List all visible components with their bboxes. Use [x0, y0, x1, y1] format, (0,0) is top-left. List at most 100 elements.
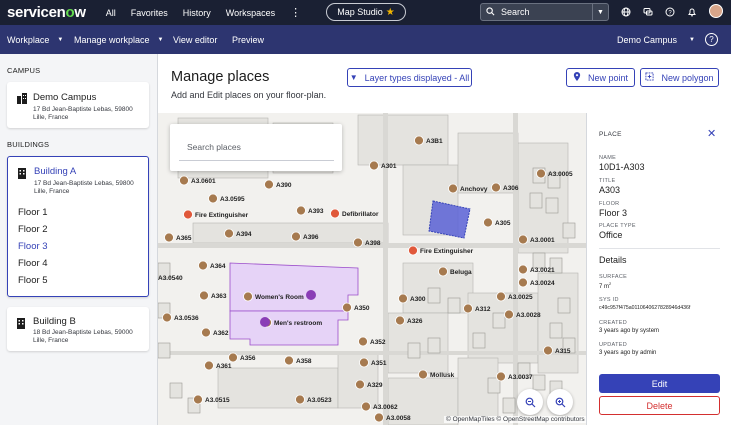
more-options-icon[interactable]: ⋮ — [290, 6, 301, 19]
map-label[interactable]: A301 — [381, 163, 397, 170]
map-label[interactable]: A351 — [371, 360, 387, 367]
map-label[interactable]: A3.0024 — [530, 280, 555, 287]
map-label[interactable]: Fire Extinguisher — [420, 248, 474, 255]
map-label[interactable]: A390 — [276, 182, 292, 189]
place-marker-icon[interactable] — [369, 160, 379, 171]
place-marker-icon[interactable] — [518, 264, 528, 275]
place-marker-icon[interactable] — [359, 357, 369, 368]
map-label[interactable]: A3.0001 — [530, 237, 555, 244]
help-circle-icon[interactable]: ? — [663, 5, 677, 19]
map-label[interactable]: A3.0005 — [548, 171, 573, 178]
place-marker-icon[interactable] — [418, 369, 428, 380]
safety-marker-icon[interactable] — [408, 245, 418, 256]
map-label[interactable]: A394 — [236, 231, 252, 238]
map-label[interactable]: A3.0028 — [516, 312, 541, 319]
place-marker-icon[interactable] — [201, 327, 211, 338]
floor-4-item[interactable]: Floor 4 — [18, 258, 48, 269]
global-search[interactable]: Search ▼ — [480, 3, 609, 21]
map-label[interactable]: A350 — [354, 305, 370, 312]
new-point-button[interactable]: New point — [566, 68, 635, 87]
map-label[interactable]: A312 — [475, 306, 491, 313]
map-label[interactable]: A3.0058 — [386, 415, 411, 422]
place-marker-icon[interactable] — [291, 231, 301, 242]
place-marker-icon[interactable] — [284, 355, 294, 366]
preview-link[interactable]: Preview — [232, 25, 264, 54]
map-search-box[interactable]: Search places — [170, 124, 342, 171]
place-marker-icon[interactable] — [536, 168, 546, 179]
map-label[interactable]: A3.0021 — [530, 267, 555, 274]
map-label[interactable]: A396 — [303, 234, 319, 241]
place-marker-icon[interactable] — [342, 302, 352, 313]
map-label[interactable]: Fire Extinguisher — [195, 212, 249, 219]
place-marker-icon[interactable] — [296, 205, 306, 216]
map-label[interactable]: A352 — [370, 339, 386, 346]
place-marker-icon[interactable] — [518, 234, 528, 245]
place-marker-icon[interactable] — [398, 293, 408, 304]
layer-types-dropdown[interactable]: ▼ Layer types displayed - All — [347, 68, 472, 87]
place-marker-icon[interactable] — [496, 291, 506, 302]
map-label[interactable]: A3.0515 — [205, 397, 230, 404]
womens-room-area[interactable] — [229, 262, 359, 312]
map-label[interactable]: A3.0037 — [508, 374, 533, 381]
chat-icon[interactable] — [641, 5, 655, 19]
map-label[interactable]: A358 — [296, 358, 312, 365]
place-marker-icon[interactable] — [204, 360, 214, 371]
place-marker-icon[interactable] — [264, 179, 274, 190]
place-marker-icon[interactable] — [543, 345, 553, 356]
map-label[interactable]: Anchovy — [460, 186, 488, 193]
floor-5-item[interactable]: Floor 5 — [18, 275, 48, 286]
map-studio-pill[interactable]: Map Studio ★ — [326, 3, 406, 21]
map-label[interactable]: A305 — [495, 220, 511, 227]
map-attribution[interactable]: © OpenMapTiles © OpenStreetMap contribut… — [444, 416, 587, 423]
map-label[interactable]: A398 — [365, 240, 381, 247]
map-label[interactable]: A315 — [555, 348, 571, 355]
map-label[interactable]: A326 — [407, 318, 423, 325]
place-marker-icon[interactable] — [355, 379, 365, 390]
star-icon[interactable]: ★ — [386, 7, 395, 18]
campus-selector[interactable]: Demo Campus ▼ — [617, 25, 695, 54]
floor-2-item[interactable]: Floor 2 — [18, 224, 48, 235]
place-marker-icon[interactable] — [504, 309, 514, 320]
help-icon[interactable]: ? — [705, 33, 718, 46]
place-marker-icon[interactable] — [162, 312, 172, 323]
map-label[interactable]: A3.0595 — [220, 196, 245, 203]
place-marker-icon[interactable] — [228, 352, 238, 363]
building-b-card[interactable]: Building B 18 Bd Jean-Baptiste Lebas, 59… — [7, 307, 149, 351]
manage-workplace-menu[interactable]: Manage workplace ▼ — [74, 25, 164, 54]
building-a-card[interactable]: Building A 17 Bd Jean-Baptiste Lebas, 59… — [7, 156, 149, 297]
global-search-input[interactable]: Search — [501, 7, 530, 17]
map-label[interactable]: A3B1 — [426, 138, 443, 145]
map-label[interactable]: Men's restroom — [274, 320, 322, 327]
servicenow-logo[interactable]: servicenow — [7, 4, 86, 21]
map-label[interactable]: A3.0540 — [158, 275, 183, 282]
place-marker-icon[interactable] — [374, 412, 384, 423]
search-places-input[interactable]: Search places — [187, 142, 241, 152]
delete-button[interactable]: Delete — [599, 396, 720, 415]
campus-card[interactable]: Demo Campus 17 Bd Jean-Baptiste Lebas, 5… — [7, 82, 149, 128]
view-editor-link[interactable]: View editor — [173, 25, 217, 54]
zoom-out-button[interactable] — [517, 389, 543, 415]
user-avatar[interactable] — [709, 4, 723, 18]
restroom-icon[interactable] — [306, 290, 316, 300]
close-icon[interactable]: ✕ — [707, 127, 716, 140]
place-marker-icon[interactable] — [198, 260, 208, 271]
safety-marker-icon[interactable] — [183, 209, 193, 220]
map-label[interactable]: A364 — [210, 263, 226, 270]
place-marker-icon[interactable] — [179, 175, 189, 186]
zoom-in-button[interactable] — [547, 389, 573, 415]
map-label[interactable]: A365 — [176, 235, 192, 242]
map-label[interactable]: A3.0523 — [307, 397, 332, 404]
place-marker-icon[interactable] — [295, 394, 305, 405]
map-label[interactable]: Defibrillator — [342, 211, 379, 218]
new-polygon-button[interactable]: New polygon — [640, 68, 719, 87]
edit-button[interactable]: Edit — [599, 374, 720, 393]
nav-workspaces[interactable]: Workspaces — [226, 8, 275, 18]
place-marker-icon[interactable] — [518, 277, 528, 288]
place-marker-icon[interactable] — [199, 290, 209, 301]
chevron-down-icon[interactable]: ▼ — [592, 4, 608, 20]
map-label[interactable]: Women's Room — [255, 294, 304, 301]
place-marker-icon[interactable] — [438, 266, 448, 277]
map-label[interactable]: Mollusk — [430, 372, 455, 379]
place-marker-icon[interactable] — [193, 394, 203, 405]
map-label[interactable]: A363 — [211, 293, 227, 300]
